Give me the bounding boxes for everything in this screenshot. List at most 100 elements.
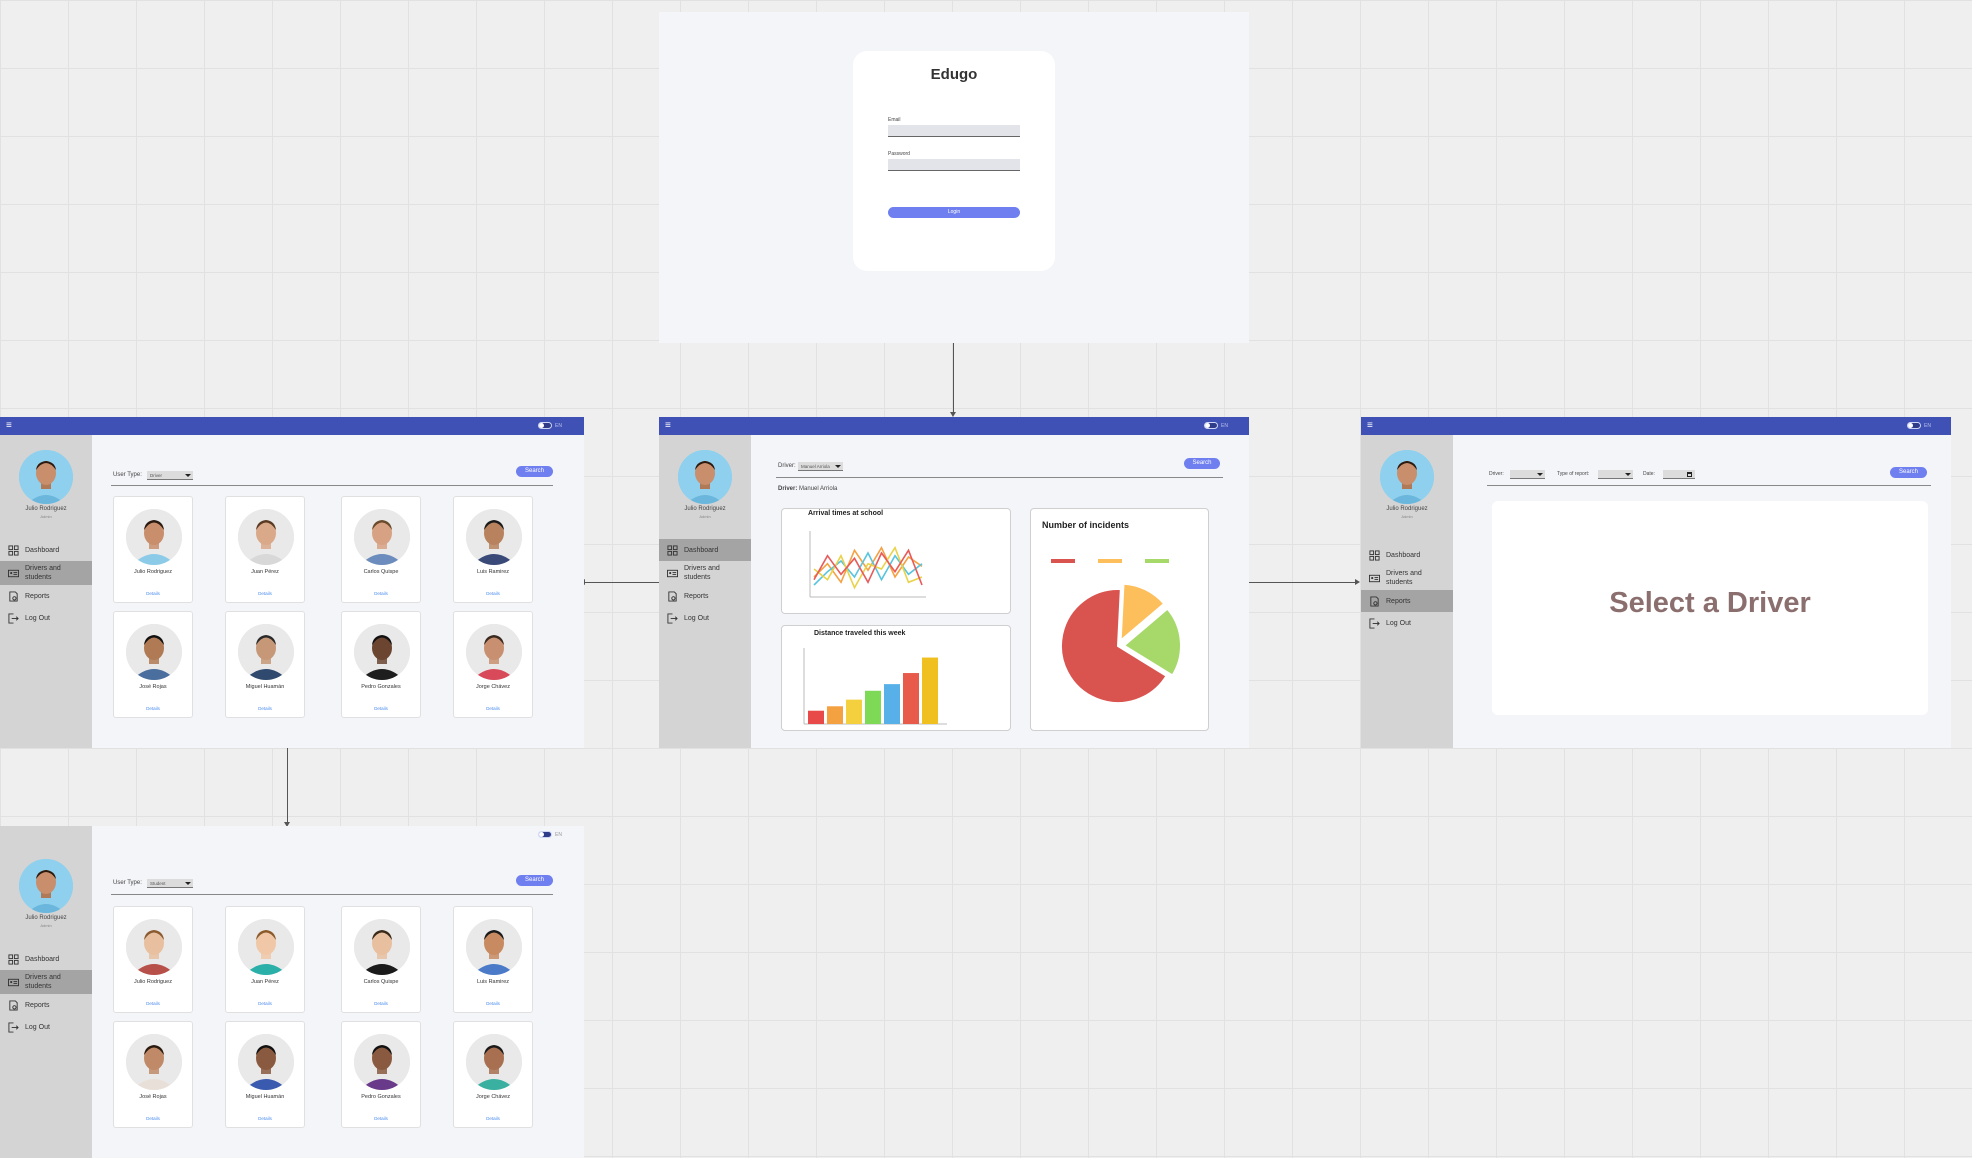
user-card[interactable]: Julio Rodriguez Details [113,906,193,1013]
nav-logout[interactable]: Log Out [0,607,92,629]
theme-toggle[interactable] [1204,422,1218,429]
nav-label-line: Drivers and [684,565,720,572]
connector-dashboard-drivers [584,582,659,583]
nav-label: Reports [1386,597,1411,605]
incidents-pie-chart [1051,559,1182,704]
details-link[interactable]: Details [226,1116,304,1121]
search-button[interactable]: Search [516,466,553,477]
dashboard-icon [1369,549,1380,561]
nav-label: Log Out [684,614,709,622]
reports-screen: ≡ EN Julio Rodriguez Admin Dashboard Dri… [1361,417,1951,748]
nav-drivers-students[interactable]: Drivers and students [659,561,751,585]
sidebar: Julio Rodriguez Admin Dashboard Drivers … [0,826,92,1158]
nav-menu: Dashboard Drivers and students Reports Lo… [0,948,92,1038]
user-type-select[interactable]: Student [147,879,193,888]
date-picker[interactable] [1663,470,1695,479]
theme-toggle[interactable] [538,831,552,838]
nav-label-line: students [25,983,52,990]
details-link[interactable]: Details [114,1116,192,1121]
user-card[interactable]: Pedro Gonzales Details [341,1021,421,1128]
details-link[interactable]: Details [114,1001,192,1006]
details-link[interactable]: Details [114,591,192,596]
user-card[interactable]: José Rojas Details [113,1021,193,1128]
nav-logout[interactable]: Log Out [1361,612,1453,634]
report-panel: Select a Driver [1492,501,1928,715]
nav-reports[interactable]: Reports [0,585,92,607]
details-link[interactable]: Details [114,706,192,711]
user-card-name: José Rojas [139,1094,167,1100]
connector-dashboard-reports [1249,582,1356,583]
user-card-name: Carlos Quispe [363,569,399,575]
search-button[interactable]: Search [1890,467,1927,478]
user-card[interactable]: Miguel Huamán Details [225,611,305,718]
user-card[interactable]: Carlos Quispe Details [341,906,421,1013]
search-button[interactable]: Search [1184,458,1220,469]
user-card[interactable]: Miguel Huamán Details [225,1021,305,1128]
search-button[interactable]: Search [516,875,553,886]
nav-drivers-students[interactable]: Drivers and students [0,970,92,994]
nav-logout[interactable]: Log Out [659,607,751,629]
driver-select[interactable] [1510,470,1545,479]
password-field[interactable] [888,159,1020,171]
logout-icon [667,612,678,624]
distance-chart-panel: Distance traveled this week [781,625,1011,731]
email-field[interactable] [888,125,1020,137]
theme-toggle[interactable] [538,422,552,429]
user-card[interactable]: José Rojas Details [113,611,193,718]
user-card[interactable]: Carlos Quispe Details [341,496,421,603]
user-type-select[interactable]: Driver [147,471,193,480]
user-card[interactable]: Juan Pérez Details [225,906,305,1013]
type-of-report-select[interactable] [1598,470,1633,479]
menu-icon[interactable]: ≡ [6,420,12,432]
details-link[interactable]: Details [454,591,532,596]
nav-dashboard[interactable]: Dashboard [0,948,92,970]
login-button[interactable]: Login [888,207,1020,218]
chevron-down-icon [1537,473,1543,476]
user-card[interactable]: Jorge Chávez Details [453,1021,533,1128]
nav-drivers-students[interactable]: Drivers and students [0,561,92,585]
nav-reports[interactable]: Reports [659,585,751,607]
user-photo [466,919,522,975]
user-card-name: Luis Ramirez [476,569,510,575]
details-link[interactable]: Details [342,591,420,596]
details-link[interactable]: Details [226,591,304,596]
nav-dashboard[interactable]: Dashboard [659,539,751,561]
user-card[interactable]: Luis Ramirez Details [453,496,533,603]
bar-3 [846,699,862,724]
details-link[interactable]: Details [342,706,420,711]
driver-filter-select[interactable]: Manuel Arriola [798,462,843,471]
report-icon [9,999,18,1011]
user-role: Admin [1401,514,1413,519]
nav-reports[interactable]: Reports [0,994,92,1016]
chevron-down-icon [185,882,191,885]
details-link[interactable]: Details [226,1001,304,1006]
nav-dashboard[interactable]: Dashboard [0,539,92,561]
details-link[interactable]: Details [454,1001,532,1006]
user-photo [466,509,522,565]
details-link[interactable]: Details [454,1116,532,1121]
details-link[interactable]: Details [226,706,304,711]
nav-logout[interactable]: Log Out [0,1016,92,1038]
nav-dashboard[interactable]: Dashboard [1361,544,1453,566]
password-label: Password [888,151,910,157]
user-card[interactable]: Luis Ramirez Details [453,906,533,1013]
user-card[interactable]: Juan Pérez Details [225,496,305,603]
menu-icon[interactable]: ≡ [665,420,671,432]
details-link[interactable]: Details [454,706,532,711]
details-link[interactable]: Details [342,1116,420,1121]
user-card[interactable]: Julio Rodriguez Details [113,496,193,603]
user-card[interactable]: Jorge Chávez Details [453,611,533,718]
details-link[interactable]: Details [342,1001,420,1006]
user-card-name: Julio Rodriguez [134,569,172,575]
driver-label-key: Driver: [778,486,798,492]
user-card-name: Juan Pérez [251,569,279,575]
theme-toggle[interactable] [1907,422,1921,429]
nav-menu: Dashboard Drivers and students Reports Lo… [1361,544,1453,634]
report-icon [668,590,677,602]
nav-reports[interactable]: Reports [1361,590,1453,612]
nav-drivers-students[interactable]: Drivers and students [1361,566,1453,590]
select-value: Driver [150,473,162,478]
id-card-icon [667,569,678,577]
user-card[interactable]: Pedro Gonzales Details [341,611,421,718]
menu-icon[interactable]: ≡ [1367,420,1373,432]
